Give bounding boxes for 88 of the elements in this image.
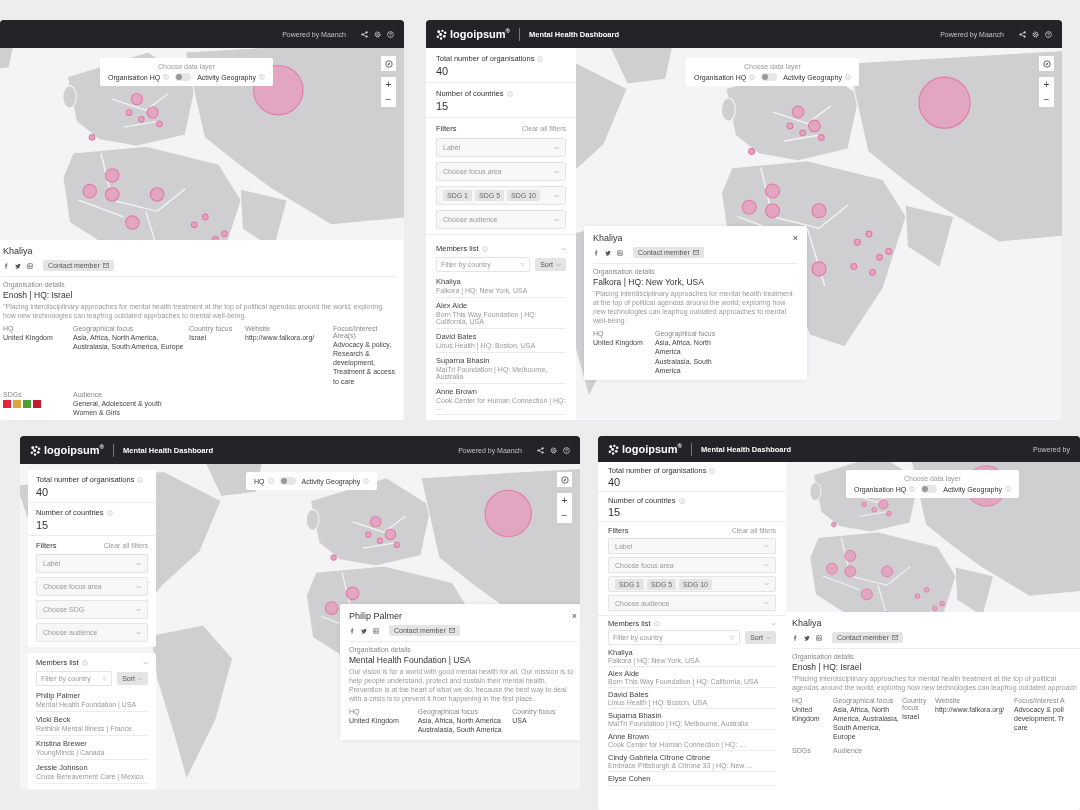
- caret-icon: [136, 584, 141, 589]
- logo-text: logoipsum$^{®}$: [44, 444, 105, 456]
- twitter-icon[interactable]: [15, 262, 21, 269]
- organisation-name: Falkora | HQ: New York, USA: [593, 277, 705, 287]
- reset-view-button[interactable]: [381, 56, 396, 71]
- info-icon: [481, 245, 488, 252]
- info-icon: [709, 467, 716, 474]
- member-name: Khaliya: [593, 233, 623, 243]
- toggle-switch[interactable]: [279, 477, 296, 485]
- stat-value: 40: [436, 65, 450, 77]
- linkedin-icon[interactable]: [373, 627, 379, 634]
- linkedin-icon[interactable]: [27, 262, 33, 269]
- linkedin-icon[interactable]: [617, 249, 623, 256]
- facebook-icon[interactable]: [593, 249, 599, 256]
- mail-icon: [891, 635, 898, 640]
- info-icon: [909, 486, 916, 492]
- caret-icon: [554, 217, 559, 222]
- facebook-icon[interactable]: [792, 634, 798, 641]
- mail-icon: [102, 263, 109, 268]
- help-icon[interactable]: [563, 446, 570, 454]
- caret-icon: [554, 169, 559, 174]
- settings-icon[interactable]: [550, 446, 557, 454]
- logo-text: logoipsum$^{®}$: [622, 443, 683, 455]
- info-icon: [506, 90, 513, 97]
- info-icon: [844, 74, 851, 80]
- info-icon: [1004, 486, 1011, 492]
- stat-value: 15: [436, 100, 450, 112]
- info-icon: [653, 620, 660, 627]
- info-icon: [537, 55, 544, 62]
- info-icon: [81, 659, 88, 666]
- info-icon: [106, 509, 113, 516]
- organisation-name: Enosh | HQ: Israel: [792, 662, 863, 672]
- info-icon: [163, 74, 170, 80]
- share-icon[interactable]: [1019, 30, 1026, 38]
- info-icon: [258, 74, 265, 80]
- caret-icon: [554, 145, 559, 150]
- share-icon[interactable]: [537, 446, 544, 454]
- member-name: Philip Palmer: [349, 611, 403, 621]
- caret-icon: [138, 676, 143, 681]
- share-icon[interactable]: [361, 30, 368, 38]
- filter-icon: [730, 635, 736, 640]
- twitter-icon[interactable]: [605, 249, 611, 256]
- close-button[interactable]: ×: [571, 611, 577, 621]
- organisation-name: Mental Health Foundation | USA: [349, 655, 472, 665]
- stat-value: 15: [608, 506, 622, 518]
- filter-icon: [520, 262, 526, 267]
- twitter-icon[interactable]: [804, 634, 810, 641]
- close-button[interactable]: ×: [792, 233, 798, 243]
- settings-icon[interactable]: [374, 30, 381, 38]
- toggle-switch[interactable]: [175, 73, 192, 81]
- organisation-name: Enosh | HQ: Israel: [3, 290, 74, 300]
- caret-icon: [136, 607, 141, 612]
- logo-icon: [608, 443, 619, 455]
- facebook-icon[interactable]: [3, 262, 9, 269]
- info-icon: [267, 478, 274, 484]
- logo-icon: [436, 28, 447, 40]
- reset-view-button[interactable]: [557, 472, 572, 487]
- twitter-icon[interactable]: [361, 627, 367, 634]
- stat-value: 40: [36, 486, 50, 498]
- help-icon[interactable]: [1045, 30, 1052, 38]
- caret-icon: [556, 262, 561, 267]
- mail-icon: [692, 250, 699, 255]
- compass-icon: [384, 59, 393, 68]
- filter-icon: [102, 676, 108, 681]
- info-icon: [363, 478, 370, 484]
- logo-icon: [30, 444, 41, 456]
- compass-icon: [560, 475, 569, 484]
- linkedin-icon[interactable]: [816, 634, 822, 641]
- reset-view-button[interactable]: [1039, 56, 1054, 71]
- member-name: Khaliya: [792, 618, 822, 628]
- mail-icon: [448, 628, 455, 633]
- member-name: Khaliya: [3, 246, 33, 256]
- info-icon: [678, 497, 685, 504]
- stat-value: 40: [608, 476, 622, 488]
- stat-value: 15: [36, 519, 50, 531]
- toggle-switch[interactable]: [761, 73, 778, 81]
- info-icon: [137, 476, 144, 483]
- caret-icon: [136, 561, 141, 566]
- caret-icon: [554, 193, 559, 198]
- settings-icon[interactable]: [1032, 30, 1039, 38]
- caret-icon: [136, 630, 141, 635]
- info-icon: [749, 74, 756, 80]
- compass-icon: [1042, 59, 1051, 68]
- help-icon[interactable]: [387, 30, 394, 38]
- facebook-icon[interactable]: [349, 627, 355, 634]
- caret-icon: [766, 635, 771, 640]
- toggle-switch[interactable]: [921, 485, 938, 493]
- logo-text: logoipsum$^{®}$: [450, 28, 511, 40]
